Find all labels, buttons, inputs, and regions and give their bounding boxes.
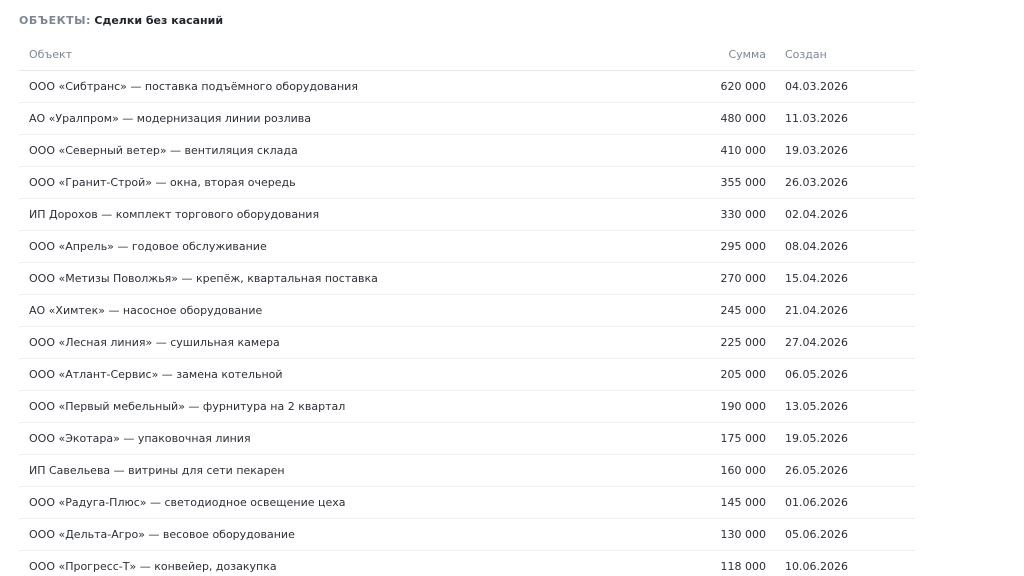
cell-created: 02.04.2026	[785, 208, 848, 221]
table-row[interactable]: ООО «Дельта-Агро» — весовое оборудование…	[19, 519, 915, 551]
cell-created: 26.05.2026	[785, 464, 848, 477]
cell-created: 01.06.2026	[785, 496, 848, 509]
cell-created: 13.05.2026	[785, 400, 848, 413]
cell-sum: 175 000	[720, 432, 767, 445]
cell-created: 15.04.2026	[785, 272, 848, 285]
table-body: ООО «Сибтранс» — поставка подъёмного обо…	[19, 71, 915, 576]
table-row[interactable]: ООО «Радуга-Плюс» — светодиодное освещен…	[19, 487, 915, 519]
cell-sum: 130 000	[720, 528, 767, 541]
cell-created: 04.03.2026	[785, 80, 848, 93]
table-row[interactable]: АО «Химтек» — насосное оборудование 245 0…	[19, 295, 915, 327]
cell-sum: 118 000	[720, 560, 767, 573]
table-row[interactable]: ООО «Гранит-Строй» — окна, вторая очеред…	[19, 167, 915, 199]
cell-object[interactable]: АО «Уралпром» — модернизация линии розли…	[29, 112, 311, 125]
column-header-object[interactable]: Объект	[29, 48, 72, 61]
table-row[interactable]: ООО «Лесная линия» — сушильная камера 225…	[19, 327, 915, 359]
deals-table: Объект Сумма Создан ООО «Сибтранс» — пос…	[19, 38, 915, 576]
cell-sum: 205 000	[720, 368, 767, 381]
cell-object[interactable]: ООО «Северный ветер» — вентиляция склада	[29, 144, 298, 157]
cell-object[interactable]: ООО «Сибтранс» — поставка подъёмного обо…	[29, 80, 358, 93]
cell-object[interactable]: АО «Химтек» — насосное оборудование	[29, 304, 262, 317]
cell-created: 08.04.2026	[785, 240, 848, 253]
table-row[interactable]: ООО «Первый мебельный» — фурнитура на 2 …	[19, 391, 915, 423]
table-row[interactable]: ООО «Прогресс-Т» — конвейер, дозакупка 11…	[19, 551, 915, 576]
cell-object[interactable]: ООО «Метизы Поволжья» — крепёж, кварталь…	[29, 272, 378, 285]
cell-created: 06.05.2026	[785, 368, 848, 381]
table-row[interactable]: ИП Дорохов — комплект торгового оборудов…	[19, 199, 915, 231]
page: ОБЪЕКТЫ: Сделки без касаний Объект Сумма …	[0, 0, 1024, 576]
column-header-sum[interactable]: Сумма	[728, 48, 766, 61]
cell-object[interactable]: ООО «Радуга-Плюс» — светодиодное освещен…	[29, 496, 346, 509]
cell-object[interactable]: ООО «Атлант-Сервис» — замена котельной	[29, 368, 283, 381]
cell-object[interactable]: ООО «Прогресс-Т» — конвейер, дозакупка	[29, 560, 277, 573]
cell-sum: 355 000	[720, 176, 767, 189]
cell-sum: 145 000	[720, 496, 767, 509]
cell-created: 05.06.2026	[785, 528, 848, 541]
cell-object[interactable]: ИП Савельева — витрины для сети пекарен	[29, 464, 285, 477]
cell-sum: 245 000	[720, 304, 767, 317]
cell-object[interactable]: ИП Дорохов — комплект торгового оборудов…	[29, 208, 319, 221]
title-separator: :	[85, 14, 91, 27]
cell-sum: 190 000	[720, 400, 767, 413]
cell-object[interactable]: ООО «Гранит-Строй» — окна, вторая очеред…	[29, 176, 296, 189]
cell-sum: 160 000	[720, 464, 767, 477]
table-row[interactable]: ООО «Апрель» — годовое обслуживание 295 0…	[19, 231, 915, 263]
table-row[interactable]: ООО «Метизы Поволжья» — крепёж, кварталь…	[19, 263, 915, 295]
cell-created: 27.04.2026	[785, 336, 848, 349]
column-header-created[interactable]: Создан	[785, 48, 827, 61]
cell-sum: 295 000	[720, 240, 767, 253]
table-row[interactable]: ООО «Атлант-Сервис» — замена котельной 20…	[19, 359, 915, 391]
table-header: Объект Сумма Создан	[19, 38, 915, 71]
cell-created: 10.06.2026	[785, 560, 848, 573]
table-row[interactable]: ООО «Экотара» — упаковочная линия 175 000…	[19, 423, 915, 455]
cell-object[interactable]: ООО «Экотара» — упаковочная линия	[29, 432, 251, 445]
table-row[interactable]: ООО «Северный ветер» — вентиляция склада…	[19, 135, 915, 167]
page-title: ОБЪЕКТЫ: Сделки без касаний	[19, 14, 223, 28]
table-row[interactable]: АО «Уралпром» — модернизация линии розли…	[19, 103, 915, 135]
cell-sum: 225 000	[720, 336, 767, 349]
cell-sum: 410 000	[720, 144, 767, 157]
table-row[interactable]: ООО «Сибтранс» — поставка подъёмного обо…	[19, 71, 915, 103]
cell-sum: 480 000	[720, 112, 767, 125]
cell-object[interactable]: ООО «Апрель» — годовое обслуживание	[29, 240, 267, 253]
cell-sum: 270 000	[720, 272, 767, 285]
cell-created: 26.03.2026	[785, 176, 848, 189]
cell-object[interactable]: ООО «Дельта-Агро» — весовое оборудование	[29, 528, 295, 541]
cell-created: 11.03.2026	[785, 112, 848, 125]
title-prefix: ОБЪЕКТЫ	[19, 14, 86, 27]
cell-created: 21.04.2026	[785, 304, 848, 317]
table-row[interactable]: ИП Савельева — витрины для сети пекарен 1…	[19, 455, 915, 487]
cell-object[interactable]: ООО «Лесная линия» — сушильная камера	[29, 336, 280, 349]
cell-created: 19.03.2026	[785, 144, 848, 157]
cell-sum: 620 000	[720, 80, 767, 93]
title-value: Сделки без касаний	[94, 14, 224, 27]
cell-sum: 330 000	[720, 208, 767, 221]
cell-object[interactable]: ООО «Первый мебельный» — фурнитура на 2 …	[29, 400, 345, 413]
cell-created: 19.05.2026	[785, 432, 848, 445]
